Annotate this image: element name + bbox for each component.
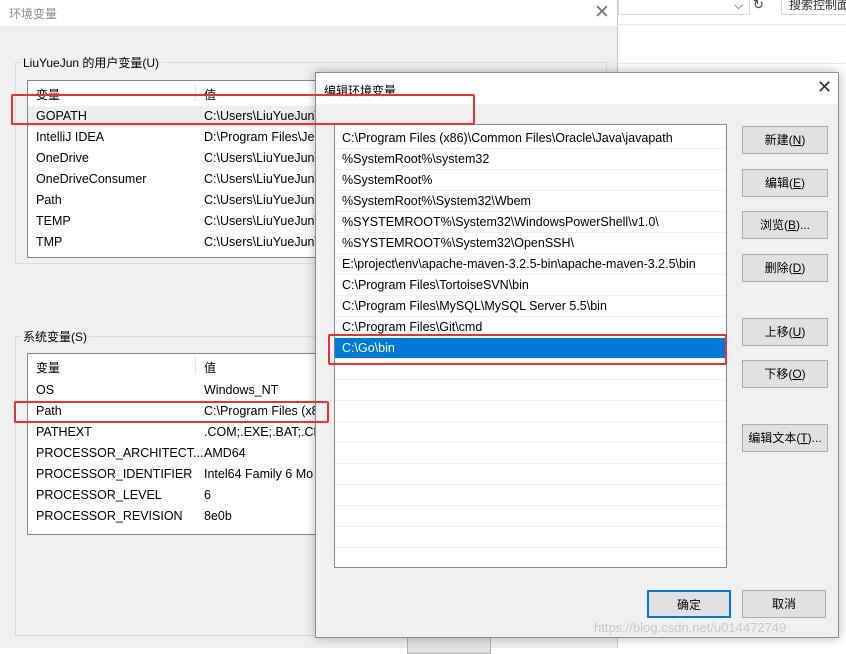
var-value: C:\Users\LiuYueJun\ (204, 151, 318, 165)
var-value: Windows_NT (204, 383, 279, 397)
list-row[interactable]: OneDrive C:\Users\LiuYueJun\ (28, 148, 328, 169)
path-entry: %SystemRoot%\system32 (342, 152, 490, 166)
list-item-empty[interactable] (335, 485, 726, 506)
list-row[interactable]: IntelliJ IDEA D:\Program Files\Je (28, 127, 328, 148)
list-item[interactable]: C:\Program Files (x86)\Common Files\Orac… (335, 128, 726, 149)
var-name: IntelliJ IDEA (36, 130, 105, 144)
path-entry: %SystemRoot%\System32\Wbem (342, 194, 531, 208)
close-icon[interactable]: ✕ (594, 1, 610, 24)
list-row[interactable]: PROCESSOR_LEVEL 6 (28, 485, 328, 506)
path-entry: C:\Program Files\TortoiseSVN\bin (342, 278, 529, 292)
list-row[interactable]: PROCESSOR_IDENTIFIER Intel64 Family 6 Mo (28, 464, 328, 485)
list-item-empty[interactable] (335, 443, 726, 464)
ok-button[interactable]: 确定 (647, 590, 731, 618)
refresh-icon[interactable]: ↻ (753, 0, 764, 13)
path-entry: E:\project\env\apache-maven-3.2.5-bin\ap… (342, 257, 696, 271)
path-entry: C:\Program Files\Git\cmd (342, 320, 483, 334)
list-row[interactable]: OS Windows_NT (28, 380, 328, 401)
dialog-title: 环境变量 (9, 7, 58, 21)
path-entry: %SYSTEMROOT%\System32\OpenSSH\ (342, 236, 575, 250)
var-name: OS (36, 383, 55, 397)
col-header-variable[interactable]: 变量 (36, 359, 60, 376)
list-row[interactable]: PROCESSOR_ARCHITECT... AMD64 (28, 443, 328, 464)
var-value: Intel64 Family 6 Mo (204, 467, 314, 481)
new-button[interactable]: 新建(N) (742, 126, 828, 154)
var-name: OneDriveConsumer (36, 172, 147, 186)
user-vars-label: LiuYueJun 的用户变量(U) (21, 54, 162, 71)
list-item[interactable]: %SystemRoot%\System32\Wbem (335, 191, 726, 212)
list-row[interactable]: Path C:\Users\LiuYueJun\ (28, 190, 328, 211)
list-item-empty[interactable] (335, 401, 726, 422)
var-name: TMP (36, 235, 63, 249)
list-row[interactable]: OneDriveConsumer C:\Users\LiuYueJun\ (28, 169, 328, 190)
edit-button[interactable]: 编辑(E) (742, 169, 828, 197)
col-header-value[interactable]: 值 (204, 359, 216, 376)
var-value: .COM;.EXE;.BAT;.CM (204, 425, 324, 439)
var-name: PROCESSOR_IDENTIFIER (36, 467, 193, 481)
path-entry: C:\Program Files (x86)\Common Files\Orac… (342, 131, 673, 145)
highlight-box-go-bin (328, 334, 727, 365)
list-item[interactable]: %SYSTEMROOT%\System32\OpenSSH\ (335, 233, 726, 254)
edit-env-var-dialog: 编辑环境变量 ✕ C:\Program Files (x86)\Common F… (315, 72, 839, 638)
list-item-empty[interactable] (335, 464, 726, 485)
browse-button[interactable]: 浏览(B)... (742, 211, 828, 239)
move-up-button[interactable]: 上移(U) (742, 318, 828, 346)
path-entry: C:\Program Files\MySQL\MySQL Server 5.5\… (342, 299, 607, 313)
delete-button[interactable]: 删除(D) (742, 254, 828, 282)
list-row[interactable]: PATHEXT .COM;.EXE;.BAT;.CM (28, 422, 328, 443)
var-name: TEMP (36, 214, 71, 228)
system-vars-list[interactable]: 变量 值 OS Windows_NT Path C:\Program Files… (27, 353, 329, 535)
var-value: AMD64 (204, 446, 246, 460)
var-name: PATHEXT (36, 425, 92, 439)
search-placeholder: 搜索控制面 (789, 0, 846, 12)
list-item-empty[interactable] (335, 527, 726, 548)
divider (618, 24, 846, 25)
list-header: 变量 值 (28, 354, 328, 376)
list-item[interactable]: %SystemRoot%\system32 (335, 149, 726, 170)
var-name: OneDrive (36, 151, 89, 165)
watermark: https://blog.csdn.net/u014472749 (594, 620, 787, 635)
search-input[interactable]: 搜索控制面 (781, 0, 846, 15)
var-value: C:\Users\LiuYueJun\ (204, 214, 318, 228)
dialog-titlebar: 环境变量 ✕ (0, 0, 617, 26)
chevron-down-icon[interactable]: ⌵ (734, 0, 743, 13)
list-item[interactable]: C:\Program Files\TortoiseSVN\bin (335, 275, 726, 296)
var-value: C:\Users\LiuYueJun\ (204, 172, 318, 186)
list-item-empty[interactable] (335, 380, 726, 401)
highlight-box-gopath-overlay (11, 94, 475, 125)
address-dropdown[interactable] (618, 0, 750, 15)
path-entry: %SYSTEMROOT%\System32\WindowsPowerShell\… (342, 215, 659, 229)
var-name: PROCESSOR_LEVEL (36, 488, 162, 502)
list-item-empty[interactable] (335, 422, 726, 443)
var-value: 8e0b (204, 509, 232, 523)
path-entry: %SystemRoot% (342, 173, 433, 187)
cancel-button[interactable]: 取消 (742, 590, 826, 618)
list-item[interactable]: %SYSTEMROOT%\System32\WindowsPowerShell\… (335, 212, 726, 233)
var-value: C:\Users\LiuYueJun\ (204, 193, 318, 207)
list-row[interactable]: TMP C:\Users\LiuYueJun\ (28, 232, 328, 253)
var-name: PROCESSOR_REVISION (36, 509, 183, 523)
var-value: 6 (204, 488, 211, 502)
edit-text-button[interactable]: 编辑文本(T)... (742, 424, 828, 452)
list-item[interactable]: C:\Program Files\MySQL\MySQL Server 5.5\… (335, 296, 726, 317)
list-item-empty[interactable] (335, 506, 726, 527)
list-item[interactable]: %SystemRoot% (335, 170, 726, 191)
divider (618, 63, 846, 64)
list-row[interactable]: PROCESSOR_REVISION 8e0b (28, 506, 328, 527)
var-name: PROCESSOR_ARCHITECT... (36, 446, 204, 460)
system-vars-label: 系统变量(S) (21, 328, 89, 345)
list-row[interactable]: TEMP C:\Users\LiuYueJun\ (28, 211, 328, 232)
var-name: Path (36, 193, 62, 207)
list-item[interactable]: E:\project\env\apache-maven-3.2.5-bin\ap… (335, 254, 726, 275)
close-icon[interactable]: ✕ (817, 77, 832, 98)
move-down-button[interactable]: 下移(O) (742, 360, 828, 388)
column-separator[interactable] (195, 356, 196, 374)
var-value: C:\Users\LiuYueJun\ (204, 235, 318, 249)
highlight-box-path-overlay (14, 401, 329, 423)
var-value: D:\Program Files\Je (204, 130, 315, 144)
